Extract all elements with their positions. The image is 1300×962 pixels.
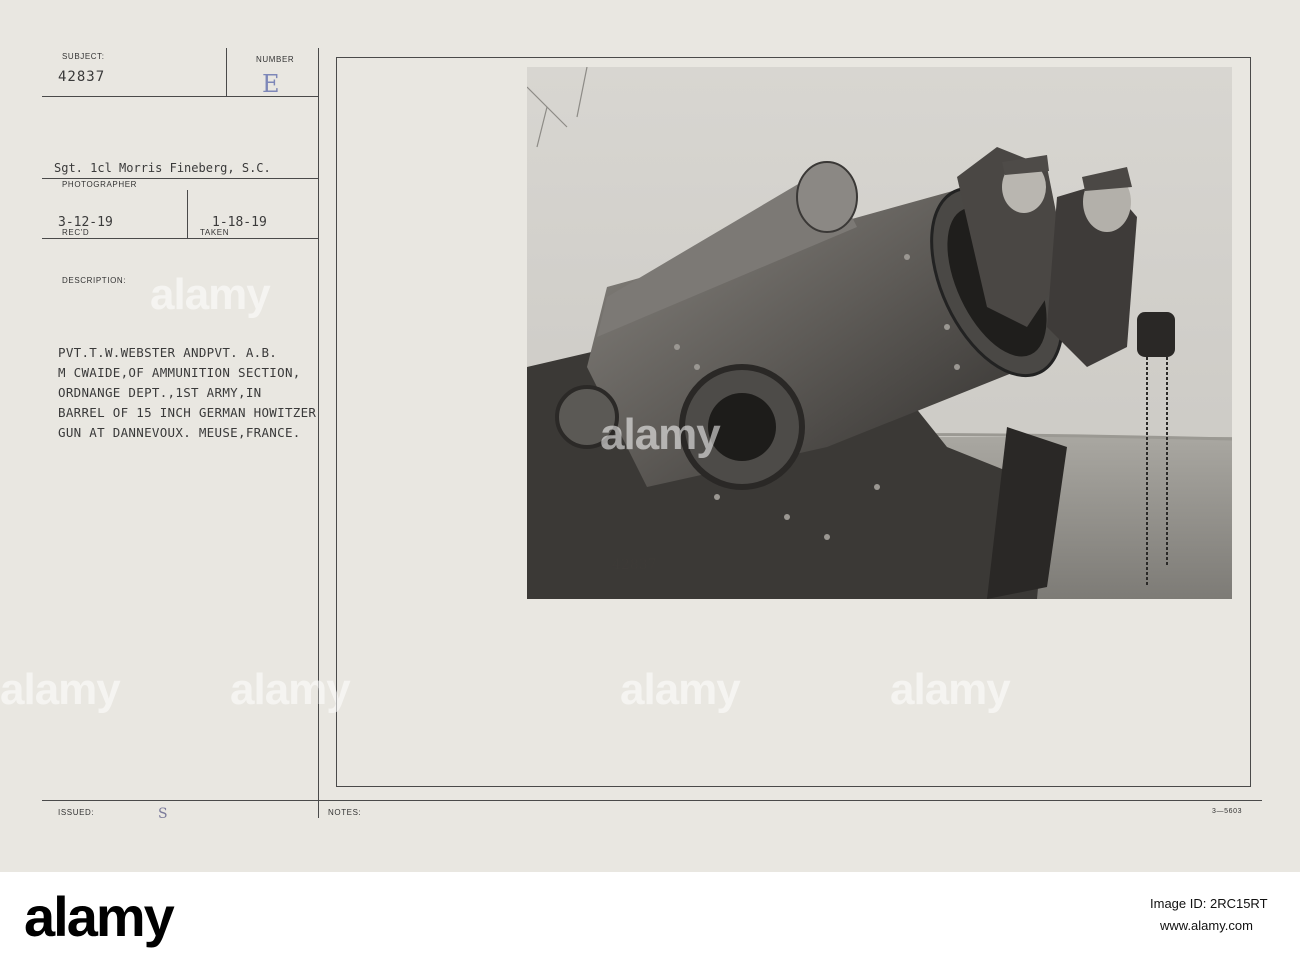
- watermark: alamy: [0, 665, 121, 714]
- dates-rule: [42, 238, 318, 239]
- taken-date: 1-18-19: [212, 215, 267, 230]
- watermark: alamy: [230, 665, 351, 714]
- photo-frame-bottom: [336, 786, 1251, 787]
- recd-label: REC'D: [62, 228, 90, 237]
- watermark: alamy: [890, 665, 1011, 714]
- image-id: Image ID: 2RC15RT: [1150, 896, 1268, 911]
- watermark: alamy: [150, 270, 271, 319]
- notes-label: NOTES:: [328, 808, 362, 817]
- stock-footer: alamy Image ID: 2RC15RT www.alamy.com: [0, 872, 1300, 962]
- description-line: M CWAIDE,OF AMMUNITION SECTION,: [58, 365, 301, 380]
- bottom-rule: [42, 800, 1262, 801]
- watermark: alamy: [600, 410, 721, 459]
- photo-caption-number: 42837: [612, 557, 657, 573]
- issued-label: ISSUED:: [58, 808, 95, 817]
- alamy-logo: alamy: [24, 885, 175, 948]
- photo-frame-right: [1250, 57, 1251, 787]
- form-code: 3—5603: [1212, 808, 1243, 815]
- photo-frame-top: [336, 57, 1251, 58]
- issued-mark: S: [158, 806, 168, 822]
- photograph: 42837: [527, 67, 1232, 599]
- dates-divider: [187, 190, 188, 238]
- number-box-divider: [226, 48, 227, 96]
- description-line: PVT.T.W.WEBSTER ANDPVT. A.B.: [58, 345, 278, 360]
- description-label: DESCRIPTION:: [62, 276, 127, 285]
- number-value: E: [262, 70, 280, 98]
- description-line: ORDNANGE DEPT.,1ST ARMY,IN: [58, 385, 262, 400]
- description-line: GUN AT DANNEVOUX. MEUSE,FRANCE.: [58, 425, 301, 440]
- watermark: alamy: [620, 665, 741, 714]
- photographer-label: PHOTOGRAPHER: [62, 180, 138, 189]
- site-url[interactable]: www.alamy.com: [1160, 918, 1253, 933]
- subject-number: 42837: [58, 69, 106, 85]
- subject-label: SUBJECT:: [62, 52, 105, 61]
- number-label: NUMBER: [256, 55, 295, 64]
- photographer-rule: [42, 178, 318, 179]
- howitzer-photo-illustration: [527, 67, 1232, 599]
- photographer-name: Sgt. 1cl Morris Fineberg, S.C.: [54, 161, 271, 175]
- description-line: BARREL OF 15 INCH GERMAN HOWITZER: [58, 405, 317, 420]
- archive-index-card: SUBJECT: 42837 NUMBER E Sgt. 1cl Morris …: [0, 0, 1300, 872]
